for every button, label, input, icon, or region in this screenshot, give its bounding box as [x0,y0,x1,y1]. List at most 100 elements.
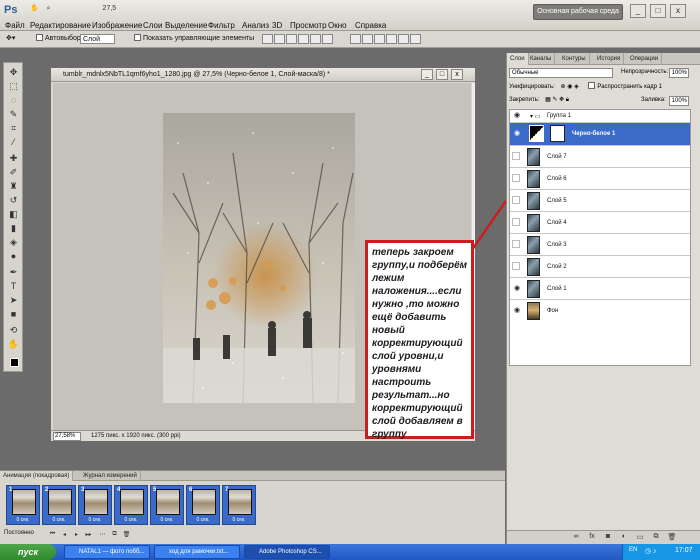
animation-frame[interactable]: 6 0 сек. [186,485,220,525]
frame-delay[interactable]: 0 сек. [223,517,255,523]
lasso-tool-icon[interactable]: ◌ [7,95,20,106]
eye-off-icon[interactable] [512,240,520,248]
healing-tool-icon[interactable]: ✚ [7,153,20,164]
folder-icon[interactable]: ▭ [635,533,645,542]
menu-help[interactable]: Справка [355,21,386,30]
layer-row[interactable]: Слой 2 [510,256,690,278]
animation-frame[interactable]: 2 0 сек. [42,485,76,525]
tab-paths[interactable]: Контуры [559,53,590,65]
fx-icon[interactable]: fx [587,533,597,542]
doc-maximize-button[interactable]: □ [436,69,448,80]
minimize-button[interactable]: _ [630,4,646,18]
dodge-tool-icon[interactable]: ● [7,251,20,262]
duplicate-frame-icon[interactable]: ⧉ [110,531,119,539]
taskbar-item-active[interactable]: Adobe Photoshop CS... [244,545,330,559]
eye-icon[interactable]: ◉ [512,284,522,294]
first-frame-icon[interactable]: ⏮ [48,531,57,539]
next-frame-icon[interactable]: ▸▸ [84,531,93,539]
workspace-button[interactable]: Основная рабочая среда [533,4,623,20]
tab-actions[interactable]: Операции [627,53,663,65]
brush-tool-icon[interactable]: ✐ [7,167,20,178]
menu-select[interactable]: Выделение [165,21,207,30]
distribute-buttons[interactable] [350,34,422,46]
menu-view[interactable]: Просмотр [290,21,327,30]
autoselect-dropdown[interactable]: Слой [80,34,116,44]
layer-group-row[interactable]: ◉ ▾ ▭ Группа 1 [510,110,690,123]
menu-window[interactable]: Окно [328,21,347,30]
delete-frame-icon[interactable]: 🗑︎ [122,531,131,539]
eye-off-icon[interactable] [512,262,520,270]
stamp-tool-icon[interactable]: ♜ [7,181,20,192]
tab-animation[interactable]: Анимация (покадровая) [0,471,74,481]
type-tool-icon[interactable]: T [7,281,20,292]
menu-layers[interactable]: Слои [143,21,162,30]
taskbar-item[interactable]: ход для рамочки.txt... [154,545,240,559]
pen-tool-icon[interactable]: ✒ [7,267,20,278]
document-title-bar[interactable]: tumblr_mdnlx5NbTL1qmf6yho1_1280.jpg @ 27… [51,68,475,82]
menu-filter[interactable]: Фильтр [208,21,235,30]
tab-measurement-log[interactable]: Журнал измерений [80,471,141,481]
opacity-field[interactable]: 100% [669,68,689,78]
tab-channels[interactable]: Каналы [527,53,556,65]
animation-frame[interactable]: 3 0 сек. [78,485,112,525]
taskbar-item[interactable]: NATAL1 — фото побб... [64,545,150,559]
prev-frame-icon[interactable]: ◂ [60,531,69,539]
show-controls-checkbox[interactable]: Показать управляющие элементы [134,34,254,42]
animation-frame[interactable]: 1 0 сек. [6,485,40,525]
layer-row[interactable]: Слой 7 [510,146,690,168]
align-buttons[interactable] [262,34,334,46]
animation-frame[interactable]: 4 0 сек. [114,485,148,525]
new-layer-icon[interactable]: ⧉ [651,533,661,542]
layer-row-selected[interactable]: ◉ Черно-белое 1 [510,123,690,146]
mask-icon[interactable]: ◙ [603,533,613,542]
tab-layers[interactable]: Слои [507,53,529,65]
eye-off-icon[interactable] [512,174,520,182]
zoom-field[interactable]: 27,58% [53,432,81,441]
foreground-color-swatch[interactable] [10,358,19,367]
start-button[interactable]: пуск [0,544,56,560]
shape-tool-icon[interactable]: ■ [7,309,20,320]
autoselect-checkbox[interactable]: Автовыбор: [36,34,83,42]
marquee-tool-icon[interactable]: ⬚ [7,81,20,92]
fill-field[interactable]: 100% [669,96,689,106]
doc-minimize-button[interactable]: _ [421,69,433,80]
tab-history[interactable]: История [594,53,625,65]
menu-image[interactable]: Изображение [92,21,142,30]
eye-off-icon[interactable] [512,218,520,226]
path-select-tool-icon[interactable]: ➤ [7,295,20,306]
frame-delay[interactable]: 0 сек. [79,517,111,523]
play-icon[interactable]: ▸ [72,531,81,539]
gradient-tool-icon[interactable]: ▮ [7,223,20,234]
menu-3d[interactable]: 3D [272,21,282,30]
animation-frame[interactable]: 5 0 сек. [150,485,184,525]
eye-off-icon[interactable] [512,152,520,160]
language-indicator[interactable]: EN [629,547,637,553]
layer-row-background[interactable]: ◉ Фон [510,300,690,322]
eye-icon[interactable]: ◉ [512,306,522,316]
loop-dropdown[interactable]: Постоянно [4,530,34,536]
move-tool-icon[interactable]: ✥ [7,67,20,78]
quick-select-tool-icon[interactable]: ✎ [7,109,20,120]
layer-mask-thumbnail[interactable] [550,125,565,142]
eye-icon[interactable]: ◉ [512,129,522,139]
eye-off-icon[interactable] [512,196,520,204]
tween-icon[interactable]: ⋯ [98,531,107,539]
menu-file[interactable]: Файл [5,21,25,30]
crop-tool-icon[interactable]: ⌗ [7,123,20,134]
blend-mode-dropdown[interactable]: Обычные [509,68,613,78]
lock-buttons[interactable]: ▦ ✎ ✥ 🔒︎ [545,97,569,103]
frame-delay[interactable]: 0 сек. [187,517,219,523]
unify-buttons[interactable]: ⊕ ◉ ◈ [561,84,579,90]
layer-row[interactable]: Слой 5 [510,190,690,212]
eraser-tool-icon[interactable]: ◧ [7,209,20,220]
frame-delay[interactable]: 0 сек. [43,517,75,523]
tray-icons[interactable]: ◷ ♪ [645,547,657,555]
layer-row[interactable]: ◉ Слой 1 [510,278,690,300]
blur-tool-icon[interactable]: ◈ [7,237,20,248]
menu-analysis[interactable]: Анализ [242,21,269,30]
3d-rotate-tool-icon[interactable]: ⟲ [7,325,20,336]
animation-frame[interactable]: 7 0 сек. [222,485,256,525]
move-tool-icon[interactable]: ✥▾ [6,34,15,42]
layer-row[interactable]: Слой 4 [510,212,690,234]
menu-edit[interactable]: Редактирование [30,21,91,30]
